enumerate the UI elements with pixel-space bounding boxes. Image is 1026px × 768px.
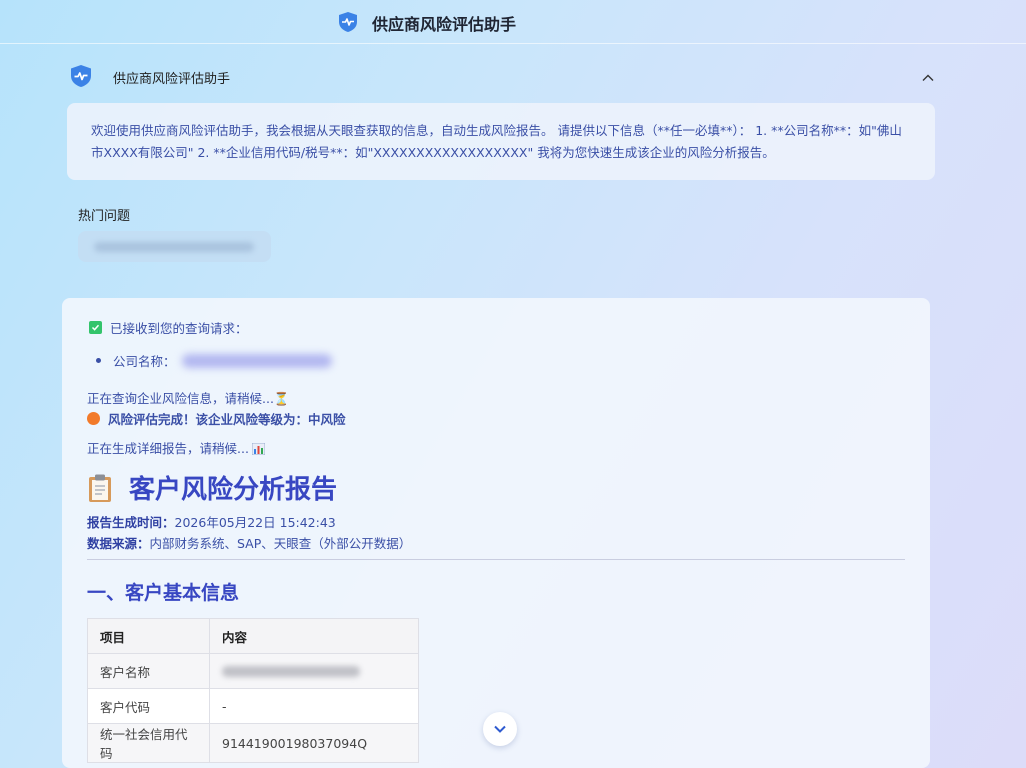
status-querying-text: 正在查询企业风险信息，请稍候... <box>87 391 274 406</box>
table-cell-value: - <box>209 688 419 724</box>
orange-circle-icon <box>87 412 100 425</box>
status-querying: 正在查询企业风险信息，请稍候...⏳ <box>87 388 290 407</box>
company-label: 公司名称： <box>113 354 176 369</box>
scroll-to-bottom-button[interactable] <box>483 712 517 746</box>
chevron-down-icon <box>494 725 506 733</box>
assistant-header: 供应商风险评估助手 <box>70 64 940 94</box>
source-label: 数据来源： <box>87 536 150 551</box>
ack-line: 已接收到您的查询请求： <box>89 318 248 337</box>
generated-label: 报告生成时间： <box>87 515 175 530</box>
report-title-text: 客户风险分析报告 <box>129 475 338 505</box>
customer-info-table: 项目 内容 客户名称 客户代码 - 统一社会信用代码 9144190019803… <box>87 618 419 763</box>
response-card: 已接收到您的查询请求： 公司名称： 正在查询企业风险信息，请稍候...⏳ 风险评… <box>62 298 930 768</box>
status-done: 风险评估完成！该企业风险等级为：中风险 <box>87 409 346 428</box>
company-bullet: 公司名称： <box>96 351 332 370</box>
report-data-source: 数据来源：内部财务系统、SAP、天眼查（外部公开数据） <box>87 533 411 552</box>
table-cell-value <box>209 653 419 689</box>
bullet-dot <box>96 358 101 363</box>
redacted-company-name <box>181 353 332 368</box>
table-row: 客户代码 - <box>87 688 419 724</box>
redacted-customer-name <box>222 665 360 677</box>
table-row: 客户名称 <box>87 653 419 689</box>
top-bar: 供应商风险评估助手 <box>0 0 1026 44</box>
report-generated-time: 报告生成时间：2026年05月22日 15:42:43 <box>87 512 336 531</box>
status-generating: 正在生成详细报告，请稍候... <box>87 438 265 457</box>
clipboard-icon <box>89 474 111 502</box>
hourglass-icon: ⏳ <box>273 391 290 406</box>
section-title-basic-info: 一、客户基本信息 <box>87 582 240 604</box>
report-title: 客户风险分析报告 <box>87 469 337 506</box>
status-done-text: 风险评估完成！该企业风险等级为：中风险 <box>108 412 346 427</box>
redacted-text <box>94 242 254 252</box>
hot-questions-title: 热门问题 <box>78 209 131 224</box>
table-cell-item: 客户名称 <box>87 653 210 689</box>
status-generating-text: 正在生成详细报告，请稍候... <box>87 441 249 456</box>
table-header-content: 内容 <box>209 618 419 654</box>
table-row: 统一社会信用代码 91441900198037094Q <box>87 723 419 763</box>
table-cell-item: 客户代码 <box>87 688 210 724</box>
bar-chart-icon <box>251 443 265 455</box>
ack-text: 已接收到您的查询请求： <box>110 321 248 336</box>
table-header-row: 项目 内容 <box>87 618 419 654</box>
divider <box>87 559 905 560</box>
check-icon <box>89 321 102 334</box>
chevron-up-icon[interactable] <box>920 70 936 86</box>
shield-logo-icon <box>339 12 357 32</box>
shield-avatar-icon <box>71 65 91 87</box>
table-cell-value: 91441900198037094Q <box>209 723 419 763</box>
table-header-item: 项目 <box>87 618 210 654</box>
hot-question-chip[interactable] <box>78 231 271 262</box>
assistant-name: 供应商风险评估助手 <box>113 72 231 87</box>
welcome-message: 欢迎使用供应商风险评估助手，我会根据从天眼查获取的信息，自动生成风险报告。 请提… <box>67 103 935 180</box>
generated-value: 2026年05月22日 15:42:43 <box>174 515 336 530</box>
table-cell-item: 统一社会信用代码 <box>87 723 210 763</box>
source-value: 内部财务系统、SAP、天眼查（外部公开数据） <box>149 536 412 551</box>
app-title: 供应商风险评估助手 <box>372 15 517 34</box>
